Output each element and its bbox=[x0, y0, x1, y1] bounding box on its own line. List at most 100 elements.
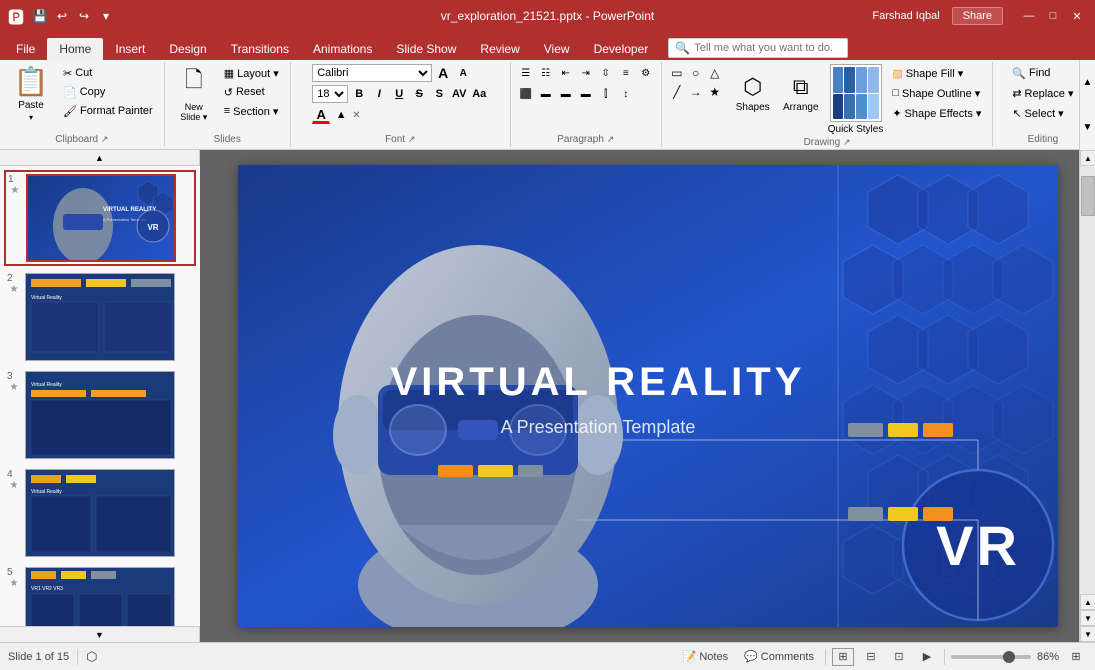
decrease-font-button[interactable]: A bbox=[434, 64, 452, 82]
scroll-thumb[interactable] bbox=[1081, 176, 1095, 216]
align-center-button[interactable]: ▬ bbox=[537, 85, 555, 103]
change-case-button[interactable]: Aa bbox=[470, 85, 488, 103]
drawing-expand[interactable]: ↗ bbox=[843, 137, 851, 147]
close-button[interactable]: ✕ bbox=[1067, 6, 1087, 26]
shapes-button[interactable]: ⬡ Shapes bbox=[730, 64, 776, 122]
cut-button[interactable]: ✂ Cut bbox=[58, 64, 158, 82]
normal-view-button[interactable]: ⊞ bbox=[832, 648, 854, 666]
customize-button[interactable]: ▾ bbox=[96, 6, 116, 26]
slide-item-1[interactable]: 1 ★ VIRTUAL REALITY A Presentation Templ… bbox=[4, 170, 196, 266]
format-painter-button[interactable]: 🖌 Format Painter bbox=[58, 102, 158, 120]
copy-button[interactable]: 📄 Copy bbox=[58, 83, 158, 101]
clipboard-expand[interactable]: ↗ bbox=[101, 134, 109, 144]
slide-item-2[interactable]: 2 ★ Virtual Reality bbox=[4, 270, 196, 364]
replace-button[interactable]: ⇄ Replace ▾ bbox=[1007, 84, 1078, 102]
font-family-select[interactable]: Calibri bbox=[312, 64, 432, 82]
columns-button[interactable]: ⫿ bbox=[597, 85, 615, 103]
highlight-button[interactable]: ▲ bbox=[332, 106, 350, 124]
numbering-button[interactable]: ☷ bbox=[537, 64, 555, 82]
tell-me-input[interactable] bbox=[694, 42, 834, 54]
underline-button[interactable]: U bbox=[390, 85, 408, 103]
tab-developer[interactable]: Developer bbox=[582, 38, 661, 60]
tab-review[interactable]: Review bbox=[468, 38, 531, 60]
ribbon-scroll[interactable]: ▲ ▼ bbox=[1079, 60, 1095, 150]
undo-button[interactable]: ↩ bbox=[52, 6, 72, 26]
shape-item-arrow[interactable]: → bbox=[687, 83, 705, 101]
slide-item-5[interactable]: 5 ★ VR1 VR2 VR3 bbox=[4, 564, 196, 626]
slide-item-4[interactable]: 4 ★ Virtual Reality bbox=[4, 466, 196, 560]
slideshow-button[interactable]: ▶ bbox=[916, 648, 938, 666]
tab-view[interactable]: View bbox=[532, 38, 582, 60]
slides-scroll-down[interactable]: ▼ bbox=[0, 626, 199, 642]
align-left-button[interactable]: ⬛ bbox=[517, 85, 535, 103]
align-text-button[interactable]: ≡ bbox=[617, 64, 635, 82]
find-button[interactable]: 🔍 Find bbox=[1007, 64, 1055, 82]
scroll-expand-down[interactable]: ▼ bbox=[1080, 610, 1095, 626]
clear-formatting-button[interactable]: ✕ bbox=[352, 110, 360, 121]
notes-button[interactable]: 📝 Notes bbox=[678, 648, 733, 666]
user-label[interactable]: Farshad Iqbal bbox=[872, 10, 939, 22]
font-size-select[interactable]: 18 bbox=[312, 85, 348, 103]
increase-indent-button[interactable]: ⇥ bbox=[577, 64, 595, 82]
slides-scroll-up[interactable]: ▲ bbox=[0, 150, 199, 166]
slide-canvas[interactable]: VR VIRTUAL REALITY A Presentation T bbox=[238, 165, 1058, 627]
ribbon-scroll-down[interactable]: ▼ bbox=[1083, 122, 1093, 133]
tell-me-box[interactable]: 🔍 bbox=[668, 38, 848, 58]
decrease-indent-button[interactable]: ⇤ bbox=[557, 64, 575, 82]
quick-styles-label[interactable]: Quick Styles bbox=[828, 124, 884, 135]
shadow-button[interactable]: S bbox=[430, 85, 448, 103]
select-button[interactable]: ↖ Select ▾ bbox=[1007, 104, 1068, 122]
reset-button[interactable]: ↺ Reset bbox=[219, 83, 284, 101]
save-button[interactable]: 💾 bbox=[30, 6, 50, 26]
tab-file[interactable]: File bbox=[4, 38, 47, 60]
comments-button[interactable]: 💬 Comments bbox=[739, 648, 819, 666]
new-slide-button[interactable]: 🗋 NewSlide ▾ bbox=[171, 64, 217, 122]
bullets-button[interactable]: ☰ bbox=[517, 64, 535, 82]
slide-2-thumb[interactable]: Virtual Reality bbox=[25, 273, 175, 361]
slide-1-thumb[interactable]: VIRTUAL REALITY A Presentation Template … bbox=[26, 174, 176, 262]
tab-slideshow[interactable]: Slide Show bbox=[384, 38, 468, 60]
slide-item-3[interactable]: 3 ★ Virtual Reality bbox=[4, 368, 196, 462]
smart-art-button[interactable]: ⚙ bbox=[637, 64, 655, 82]
zoom-slider[interactable] bbox=[951, 655, 1031, 659]
scroll-down-button[interactable]: ▼ bbox=[1080, 626, 1095, 642]
section-button[interactable]: ≡ Section ▾ bbox=[219, 102, 284, 120]
slide-sorter-button[interactable]: ⊟ bbox=[860, 648, 882, 666]
font-color-button[interactable]: A bbox=[312, 106, 330, 124]
text-direction-button[interactable]: ⇳ bbox=[597, 64, 615, 82]
tab-insert[interactable]: Insert bbox=[103, 38, 157, 60]
redo-button[interactable]: ↪ bbox=[74, 6, 94, 26]
slide-3-thumb[interactable]: Virtual Reality bbox=[25, 371, 175, 459]
shape-item-star[interactable]: ★ bbox=[706, 83, 724, 101]
scroll-up-button[interactable]: ▲ bbox=[1080, 150, 1095, 166]
scroll-expand-up[interactable]: ▲ bbox=[1080, 594, 1095, 610]
slide-4-thumb[interactable]: Virtual Reality bbox=[25, 469, 175, 557]
bold-button[interactable]: B bbox=[350, 85, 368, 103]
arrange-button[interactable]: ⧉ Arrange bbox=[778, 64, 824, 122]
shape-outline-button[interactable]: □ Shape Outline ▾ bbox=[887, 84, 986, 102]
slide-5-thumb[interactable]: VR1 VR2 VR3 bbox=[25, 567, 175, 626]
share-button[interactable]: Share bbox=[952, 7, 1003, 25]
justify-button[interactable]: ▬ bbox=[577, 85, 595, 103]
shape-item-circle[interactable]: ○ bbox=[687, 64, 705, 82]
shape-item-triangle[interactable]: △ bbox=[706, 64, 724, 82]
shape-effects-button[interactable]: ✦ Shape Effects ▾ bbox=[887, 104, 986, 122]
tab-home[interactable]: Home bbox=[47, 38, 103, 60]
italic-button[interactable]: I bbox=[370, 85, 388, 103]
tab-transitions[interactable]: Transitions bbox=[219, 38, 301, 60]
shape-fill-button[interactable]: ▧ Shape Fill ▾ bbox=[887, 64, 986, 82]
quick-styles-gallery[interactable] bbox=[830, 64, 882, 122]
reading-view-button[interactable]: ⊡ bbox=[888, 648, 910, 666]
shape-item-line[interactable]: ╱ bbox=[668, 83, 686, 101]
font-expand[interactable]: ↗ bbox=[408, 134, 416, 144]
strikethrough-button[interactable]: S bbox=[410, 85, 428, 103]
character-spacing-button[interactable]: AV bbox=[450, 85, 468, 103]
zoom-thumb[interactable] bbox=[1003, 651, 1015, 663]
increase-font-button[interactable]: A bbox=[454, 64, 472, 82]
maximize-button[interactable]: □ bbox=[1043, 6, 1063, 26]
align-right-button[interactable]: ▬ bbox=[557, 85, 575, 103]
fit-slide-button[interactable]: ⊞ bbox=[1065, 648, 1087, 666]
canvas-scrollbar[interactable]: ▲ ▲ ▼ ▼ bbox=[1079, 150, 1095, 642]
ribbon-scroll-up[interactable]: ▲ bbox=[1083, 77, 1093, 88]
layout-button[interactable]: ▦ Layout ▾ bbox=[219, 64, 284, 82]
